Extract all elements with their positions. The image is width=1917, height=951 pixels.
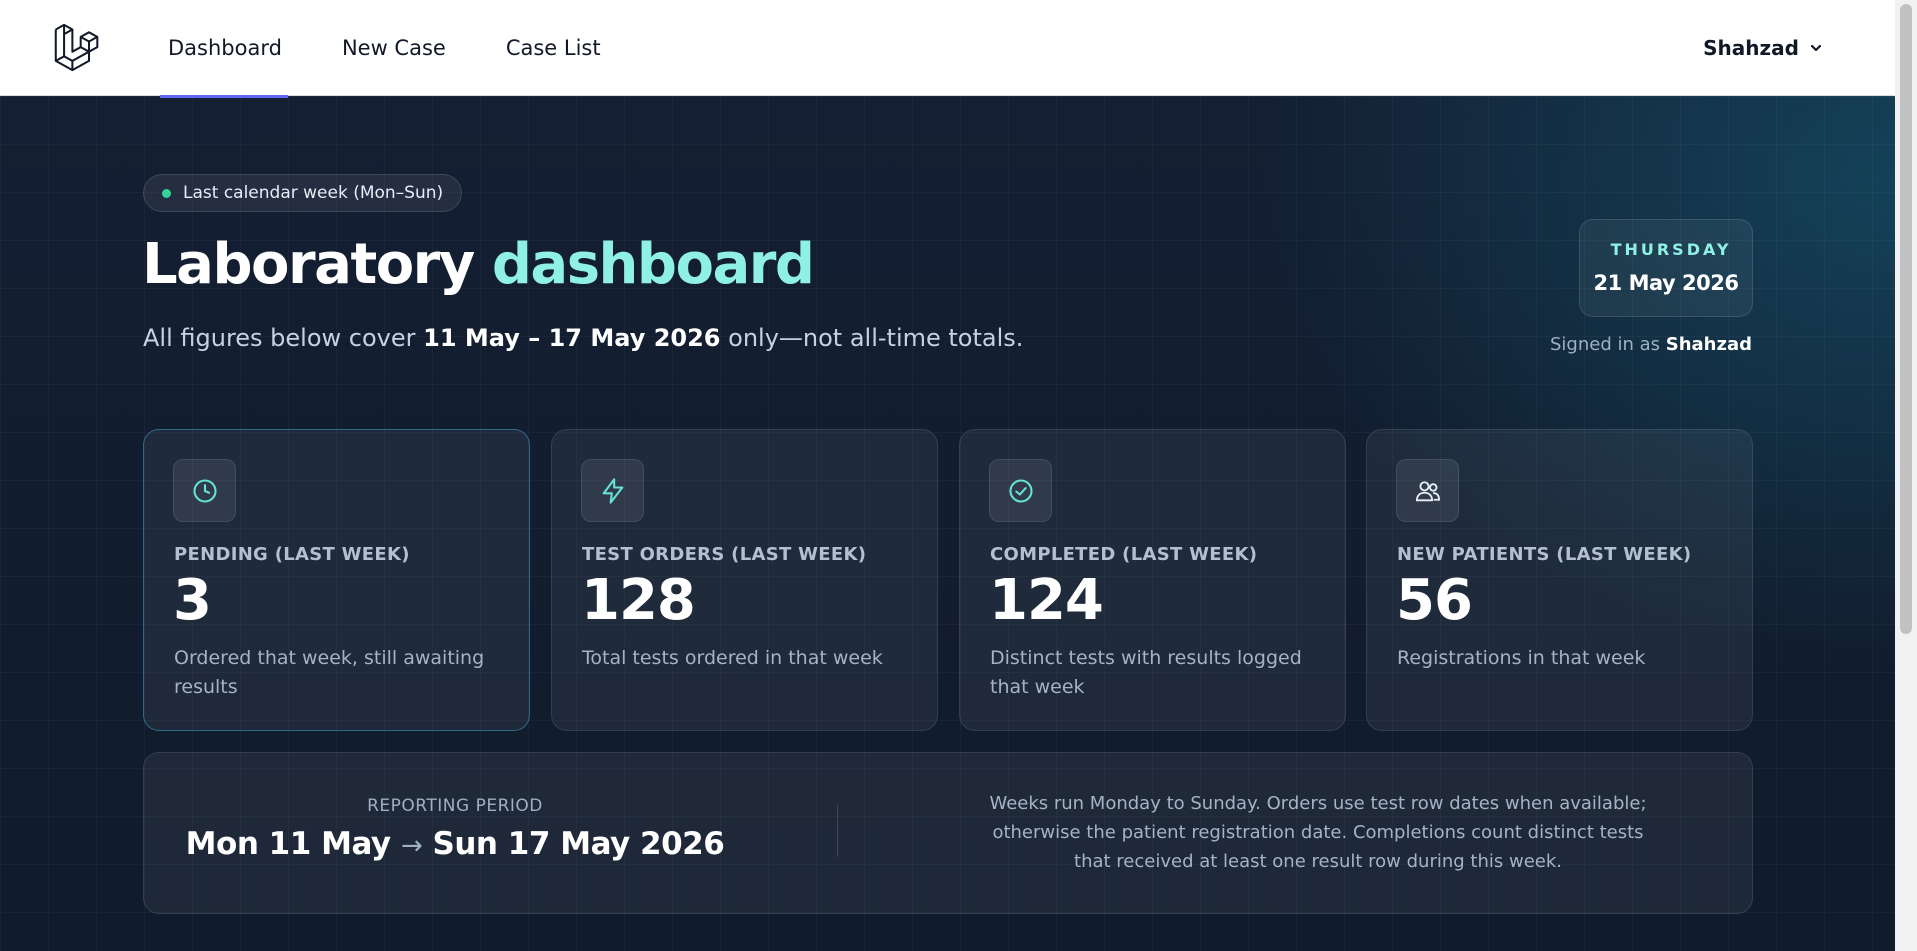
page-subtitle: All figures below cover 11 May – 17 May … — [143, 324, 1023, 352]
page-title: Laboratory dashboard — [142, 232, 815, 297]
chevron-down-icon — [1810, 44, 1822, 52]
stat-value: 3 — [173, 568, 212, 633]
current-date-card: THURSDAY 21 May 2026 — [1579, 219, 1753, 317]
status-dot-icon — [162, 188, 171, 198]
reporting-period-summary: REPORTING PERIOD Mon 11 May → Sun 17 May… — [144, 753, 766, 913]
current-date: 21 May 2026 — [1593, 271, 1739, 295]
main-nav: Dashboard New Case Case List — [160, 0, 661, 98]
stat-card-completed: COMPLETED (LAST WEEK) 124 Distinct tests… — [959, 429, 1346, 731]
stat-description: Ordered that week, still awaiting result… — [174, 647, 485, 698]
period-badge: Last calendar week (Mon–Sun) — [143, 174, 463, 212]
subtitle-prefix: All figures below cover — [143, 324, 416, 352]
period-end: Sun 17 May 2026 — [432, 826, 725, 862]
dashboard-main: Last calendar week (Mon–Sun) Laboratory … — [0, 96, 1895, 951]
user-name: Shahzad — [1703, 36, 1799, 60]
signed-in-info: Signed in as Shahzad — [1550, 334, 1752, 355]
arrow-right-icon: → — [400, 831, 423, 861]
stat-value: 124 — [989, 568, 1104, 633]
title-accent: dashboard — [491, 232, 815, 297]
clock-icon — [173, 459, 236, 522]
stat-label: TEST ORDERS (LAST WEEK) — [582, 544, 867, 565]
check-circle-icon — [989, 459, 1052, 522]
subtitle-suffix: only—not all-time totals. — [728, 324, 1024, 352]
stat-card-pending: PENDING (LAST WEEK) 3 Ordered that week,… — [143, 429, 530, 731]
scrollbar-thumb[interactable] — [1900, 4, 1912, 634]
nav-dashboard[interactable]: Dashboard — [160, 0, 288, 98]
nav-case-list[interactable]: Case List — [506, 0, 601, 96]
signed-user: Shahzad — [1665, 334, 1752, 355]
laravel-logo-icon[interactable] — [52, 24, 102, 72]
current-weekday: THURSDAY — [1610, 240, 1732, 259]
period-badge-label: Last calendar week (Mon–Sun) — [183, 183, 444, 203]
title-main: Laboratory — [142, 232, 475, 297]
reporting-period-panel: REPORTING PERIOD Mon 11 May → Sun 17 May… — [143, 752, 1753, 914]
stat-label: PENDING (LAST WEEK) — [174, 544, 410, 565]
nav-new-case[interactable]: New Case — [342, 0, 446, 96]
reporting-period-label: REPORTING PERIOD — [367, 796, 543, 816]
lightning-icon — [581, 459, 644, 522]
top-navigation: Dashboard New Case Case List Shahzad — [0, 0, 1895, 98]
reporting-period-range: Mon 11 May → Sun 17 May 2026 — [144, 826, 766, 862]
subtitle-range: 11 May – 17 May 2026 — [423, 324, 721, 352]
stat-description: Registrations in that week — [1397, 647, 1646, 669]
stat-value: 128 — [581, 568, 696, 633]
divider — [837, 805, 838, 857]
period-start: Mon 11 May — [185, 826, 391, 862]
users-icon — [1396, 459, 1459, 522]
user-menu-button[interactable]: Shahzad — [1703, 0, 1823, 96]
page-scrollbar[interactable] — [1895, 0, 1917, 951]
reporting-period-note: Weeks run Monday to Sunday. Orders use t… — [989, 793, 1647, 872]
stat-card-test-orders: TEST ORDERS (LAST WEEK) 128 Total tests … — [551, 429, 938, 731]
stat-description: Total tests ordered in that week — [582, 647, 883, 669]
stat-description: Distinct tests with results logged that … — [990, 647, 1302, 698]
stat-label: COMPLETED (LAST WEEK) — [990, 544, 1258, 565]
stat-label: NEW PATIENTS (LAST WEEK) — [1397, 544, 1692, 565]
stat-card-new-patients: NEW PATIENTS (LAST WEEK) 56 Registration… — [1366, 429, 1753, 731]
stat-value: 56 — [1396, 568, 1473, 633]
signed-prefix: Signed in as — [1549, 334, 1661, 355]
